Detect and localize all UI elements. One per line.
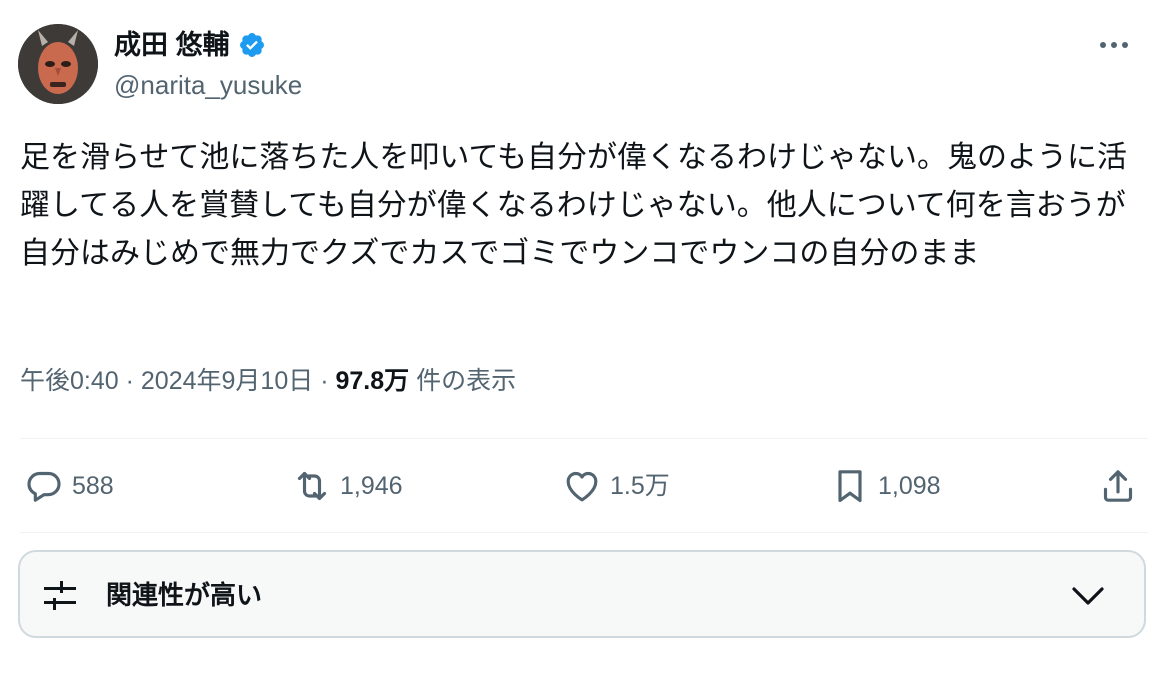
like-button[interactable]: 1.5万 xyxy=(562,464,670,508)
meta-separator: · xyxy=(320,367,329,395)
meta-separator: · xyxy=(125,367,134,395)
more-options-button[interactable] xyxy=(1096,30,1132,60)
views-label: 件の表示 xyxy=(416,367,517,395)
display-name-text: 成田 悠輔 xyxy=(114,30,230,60)
retweet-icon xyxy=(297,471,327,501)
views-count: 97.8万 xyxy=(335,367,410,395)
share-icon xyxy=(1103,470,1133,502)
like-count: 1.5万 xyxy=(610,472,670,500)
reply-icon xyxy=(27,471,61,502)
reply-sort-label: 関連性が高い xyxy=(106,580,263,610)
tweet-time[interactable]: 午後0:40 xyxy=(20,367,119,395)
heart-icon xyxy=(566,471,598,502)
display-name[interactable]: 成田 悠輔 xyxy=(114,28,266,62)
retweet-count: 1,946 xyxy=(340,472,403,500)
chevron-down-icon xyxy=(1072,587,1104,605)
more-dots-icon xyxy=(1100,42,1128,48)
share-button[interactable] xyxy=(1098,464,1138,508)
divider xyxy=(20,438,1148,439)
sliders-icon xyxy=(44,581,76,610)
tweet-text: 足を滑らせて池に落ちた人を叩いても自分が偉くなるわけじゃない。鬼のように活躍して… xyxy=(20,141,1127,270)
retweet-button[interactable]: 1,946 xyxy=(292,464,403,508)
verified-badge-icon xyxy=(239,33,264,57)
avatar[interactable] xyxy=(18,24,98,104)
reply-count: 588 xyxy=(72,472,114,500)
reply-sort-dropdown[interactable]: 関連性が高い xyxy=(18,550,1146,638)
handle[interactable]: @narita_yusuke xyxy=(114,68,302,102)
tweet-date[interactable]: 2024年9月10日 xyxy=(141,367,313,395)
tweet-meta: 午後0:40 · 2024年9月10日 · 97.8万 件の表示 xyxy=(20,364,516,398)
divider xyxy=(20,532,1148,533)
bookmark-count: 1,098 xyxy=(878,472,941,500)
face-mask-avatar-icon xyxy=(18,24,98,104)
reply-button[interactable]: 588 xyxy=(24,464,114,508)
bookmark-button[interactable]: 1,098 xyxy=(830,464,941,508)
bookmark-icon xyxy=(838,470,862,503)
